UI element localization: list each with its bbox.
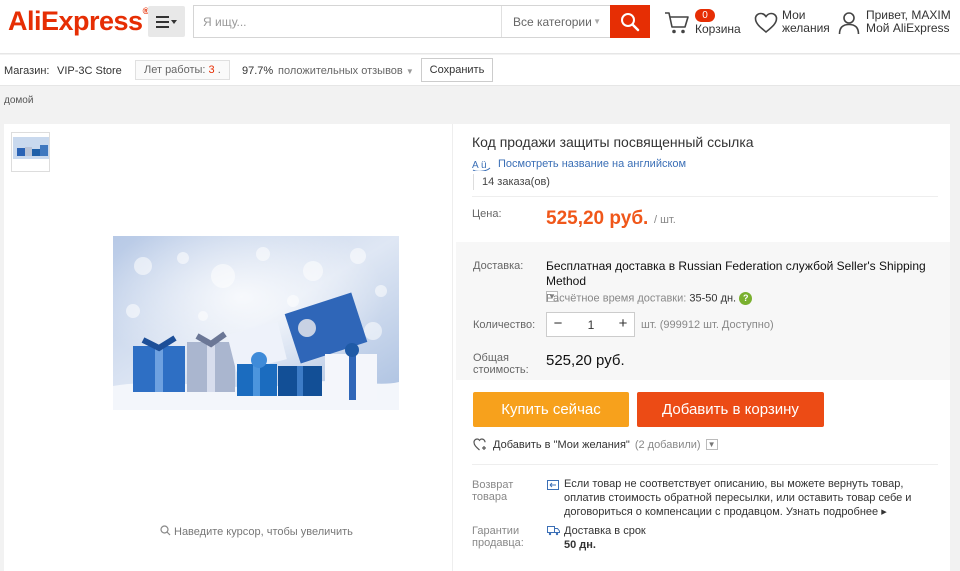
product-info: Код продажи защиты посвященный ссылка A … <box>456 124 950 571</box>
product-thumbnail[interactable] <box>11 132 50 172</box>
price-value: 525,20 руб. <box>546 208 649 229</box>
add-to-cart-button[interactable]: Добавить в корзину <box>637 392 824 427</box>
product-image[interactable] <box>113 236 399 410</box>
return-policy: Если товар не соответствует описанию, вы… <box>564 478 912 518</box>
category-select[interactable]: Все категории ▼ <box>501 6 609 37</box>
product-title: Код продажи защиты посвященный ссылка <box>472 134 754 150</box>
zoom-hint: Наведите курсор, чтобы увеличить <box>160 525 353 538</box>
account-label: Привет, MAXIM Мой AliExpress <box>866 8 951 35</box>
return-label: Возврат товара <box>472 479 514 503</box>
product-card: Наведите курсор, чтобы увеличить Код про… <box>4 124 950 571</box>
quantity-available: шт. (999912 шт. Доступно) <box>641 319 774 331</box>
guarantee-info: Доставка в срок 50 дн. <box>564 525 646 551</box>
price-label: Цена: <box>472 208 502 220</box>
buy-now-button[interactable]: Купить сейчас <box>473 392 629 427</box>
quantity-stepper: − + <box>546 312 635 337</box>
svg-text:ü: ü <box>481 160 487 171</box>
store-bar: Магазин: VIP-3C Store Лет работы: 3 . 97… <box>0 55 960 86</box>
heart-icon <box>754 12 778 34</box>
quantity-label: Количество: <box>473 319 536 331</box>
search-button[interactable] <box>610 5 650 38</box>
guarantee-label: Гарантии продавца: <box>472 525 524 549</box>
cart-link[interactable]: 0 Корзина <box>664 8 744 40</box>
return-icon <box>547 480 559 490</box>
gift-boxes-image <box>113 236 399 410</box>
translate-title-link[interactable]: A ü Посмотреть название на английском <box>472 157 686 171</box>
store-years-badge: Лет работы: 3 . <box>135 60 230 80</box>
chevron-down-icon: ▼ <box>405 67 414 76</box>
breadcrumb-home[interactable]: домой <box>4 95 33 106</box>
menu-button[interactable] <box>148 6 185 37</box>
orders-count: 14 заказа(ов) <box>473 174 550 190</box>
store-label: Магазин: <box>4 65 50 77</box>
save-store-button[interactable]: Сохранить <box>421 58 493 82</box>
total-label: Общая стоимость: <box>473 352 529 376</box>
quantity-decrease-button[interactable]: − <box>547 313 569 336</box>
product-gallery: Наведите курсор, чтобы увеличить <box>4 124 453 571</box>
wishlist-label: Мои желания <box>782 8 830 35</box>
heart-plus-icon <box>473 438 486 451</box>
quantity-input[interactable] <box>569 313 613 336</box>
shipping-block: Доставка: Бесплатная доставка в Russian … <box>456 242 950 380</box>
translate-icon: A ü <box>472 160 491 171</box>
delivery-truck-icon <box>547 526 560 536</box>
cart-icon <box>665 12 689 34</box>
category-select-label: Все категории <box>513 14 592 29</box>
cart-count-badge: 0 <box>695 9 715 22</box>
divider <box>472 464 938 465</box>
total-value: 525,20 руб. <box>546 352 625 369</box>
price-unit: / шт. <box>654 214 676 226</box>
chevron-down-icon[interactable]: ▼ <box>705 439 718 450</box>
search-input[interactable] <box>194 6 501 37</box>
search-icon <box>621 12 640 31</box>
account-link[interactable]: Привет, MAXIM Мой AliExpress <box>838 9 958 41</box>
store-rating-percent: 97.7% <box>242 65 274 77</box>
divider <box>472 196 938 197</box>
shipping-label: Доставка: <box>473 260 524 272</box>
hamburger-icon <box>155 15 177 28</box>
add-to-wishlist-link[interactable]: Добавить в "Мои желания" (2 добавили) ▼ <box>473 438 718 451</box>
aliexpress-logo[interactable]: AliExpress® <box>8 6 149 37</box>
magnifier-icon <box>160 525 171 536</box>
delivery-estimate: Расчётное время доставки: 35-50 дн. ? <box>546 292 753 305</box>
cart-label: Корзина <box>695 22 741 36</box>
help-icon[interactable]: ? <box>739 292 753 305</box>
store-name-link[interactable]: VIP-3C Store <box>57 65 122 77</box>
header: AliExpress® Все категории ▼ 0 Корзина <box>0 0 960 54</box>
svg-text:A: A <box>472 160 479 171</box>
wishlist-link[interactable]: Мои желания <box>754 9 834 41</box>
quantity-increase-button[interactable]: + <box>612 313 634 336</box>
user-icon <box>838 12 860 35</box>
chevron-down-icon: ▼ <box>593 17 601 26</box>
thumbnail-image <box>12 133 49 171</box>
return-details-link[interactable]: Узнать подробнее ▸ <box>786 506 887 518</box>
store-rating-dropdown[interactable]: положительных отзывов ▼ <box>278 65 414 77</box>
search-bar: Все категории ▼ <box>193 5 650 38</box>
